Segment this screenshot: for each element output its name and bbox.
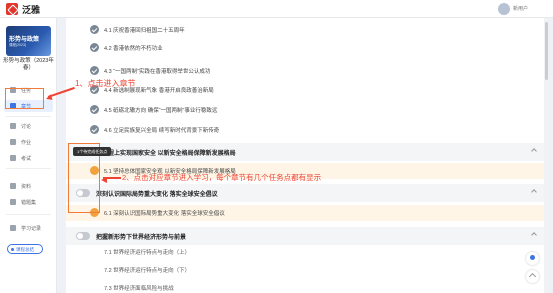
lesson-title: 4.3 “一国两制”实践在香港取得举世公认成功 [104, 69, 211, 75]
lesson-item[interactable]: 4.5 砥砺北辙方向 确保“一国两制”事业行稳致远 [66, 102, 544, 118]
completed-check-icon [90, 43, 99, 52]
annotation-arrowhead-2 [101, 177, 107, 183]
cover-subtitle: 课程(2023) [9, 43, 27, 47]
sidebar-item-record[interactable]: 学习记录 [4, 222, 53, 234]
completed-check-icon [90, 125, 99, 134]
record-icon [10, 225, 16, 231]
homework-icon [10, 139, 16, 145]
lesson-item[interactable]: 6.1 深刻认识国际局势重大变化 落实全球安全倡议 [66, 205, 544, 221]
sidebar-item-label: 错题集 [21, 200, 37, 206]
lesson-title: 4.5 砥砺北辙方向 确保“一国两制”事业行稳致远 [104, 108, 218, 114]
lesson-item[interactable]: 4.2 香港依然的不朽功业 [66, 40, 544, 56]
back-to-top-button[interactable] [526, 270, 539, 283]
course-summary-label: 课程总结 [16, 246, 34, 252]
sidebar-item-label: 学习记录 [21, 226, 42, 232]
lesson-title: 6.1 深刻认识国际局势重大变化 落实全球安全倡议 [104, 211, 225, 217]
exam-icon [10, 155, 16, 161]
completed-check-icon [90, 25, 99, 34]
sidebar-item-wrongbook[interactable]: 错题集 [4, 196, 53, 208]
materials-icon [10, 183, 16, 189]
chevron-up-icon[interactable] [531, 148, 537, 154]
course-cover-image[interactable]: 形势与政策 课程(2023) [6, 26, 51, 56]
lesson-item[interactable]: 7.1 世界经济运行特点与走向（上） [66, 244, 544, 260]
app-brand: 泛雅 [22, 5, 41, 15]
cover-title: 形势与政策 [9, 37, 40, 43]
sidebar-item-label: 作业 [21, 140, 32, 146]
sidebar: 形势与政策 课程(2023) 形势与政策（2023年春） 任务 章节 讨论 作业… [0, 18, 57, 293]
annotation-step2: 2、点击对应章节进入学习，每个章节有几个任务点都有显示 [122, 173, 322, 182]
lesson-item[interactable]: 7.3 世界经济面临风险与挑战 [66, 280, 544, 293]
course-summary-button[interactable]: 课程总结 [7, 244, 43, 254]
chapter-title: 深刻认识国际局势重大变化 落实全球安全倡议 [96, 192, 218, 198]
divider [6, 168, 51, 169]
divider [6, 116, 51, 117]
sidebar-item-materials[interactable]: 资料 [4, 180, 53, 192]
lesson-title: 4.6 立足民族复兴全局 续写新时代背景下新传奇 [104, 128, 220, 134]
sidebar-item-label: 讨论 [21, 124, 32, 130]
username[interactable]: 新用户 [513, 5, 528, 12]
chapter-header-7[interactable]: 把握新形势下世界经济形势与前景 [66, 227, 544, 245]
course-name: 形势与政策（2023年春） [3, 58, 54, 71]
lesson-title: 7.2 世界经济运行特点与走向（下） [104, 268, 191, 274]
sidebar-item-discussion[interactable]: 讨论 [4, 120, 53, 132]
lesson-item[interactable]: 4.1 庆祝香港回归祖国二十五周年 [66, 22, 544, 38]
lesson-title: 7.1 世界经济运行特点与走向（上） [104, 250, 191, 256]
chapter-title: 新征程上实现国家安全 以新安全格局保障新发展格局 [96, 151, 236, 157]
lesson-item[interactable]: 4.6 立足民族复兴全局 续写新时代背景下新传奇 [66, 122, 544, 138]
app-logo-icon[interactable] [6, 3, 18, 15]
chapter-header-6[interactable]: 深刻认识国际局势重大变化 落实全球安全倡议 [66, 184, 544, 202]
avatar[interactable] [498, 3, 510, 15]
sidebar-item-label: 资料 [21, 184, 32, 190]
scrollbar-thumb[interactable] [545, 22, 548, 80]
lesson-item[interactable]: 4.4 新选制展现新气象 香港开启良政善治新局 [66, 82, 544, 98]
lesson-title: 4.1 庆祝香港回归祖国二十五周年 [104, 28, 185, 34]
annotation-box-chapter-nav [5, 88, 44, 109]
chevron-up-icon[interactable] [531, 232, 537, 238]
sidebar-item-label: 考试 [21, 156, 32, 162]
lesson-item[interactable]: 7.2 世界经济运行特点与走向（下） [66, 262, 544, 278]
lesson-item[interactable]: 4.3 “一国两制”实践在香港取得举世公认成功 [66, 63, 544, 79]
chevron-up-icon[interactable] [531, 189, 537, 195]
wrongbook-icon [10, 199, 16, 205]
chapter-header-5[interactable]: 新征程上实现国家安全 以新安全格局保障新发展格局 [66, 143, 544, 161]
completed-check-icon [90, 66, 99, 75]
task-tooltip: 1个待完成任务点 [73, 147, 112, 156]
sidebar-item-homework[interactable]: 作业 [4, 136, 53, 148]
annotation-step1: 1、点击进入章节 [75, 79, 136, 88]
chapter-toggle-icon[interactable] [76, 232, 90, 240]
chapter-list: 4.1 庆祝香港回归祖国二十五周年 4.2 香港依然的不朽功业 4.3 “一国两… [66, 18, 544, 293]
lesson-title: 4.2 香港依然的不朽功业 [104, 46, 163, 52]
lesson-title: 7.3 世界经济面临风险与挑战 [104, 286, 174, 292]
assistant-float-button[interactable] [526, 252, 539, 265]
top-bar: 泛雅 新用户 [0, 0, 553, 18]
sidebar-item-exam[interactable]: 考试 [4, 152, 53, 164]
discussion-icon [10, 123, 16, 129]
completed-check-icon [90, 105, 99, 114]
chapter-title: 把握新形势下世界经济形势与前景 [96, 235, 187, 241]
divider [6, 214, 51, 215]
